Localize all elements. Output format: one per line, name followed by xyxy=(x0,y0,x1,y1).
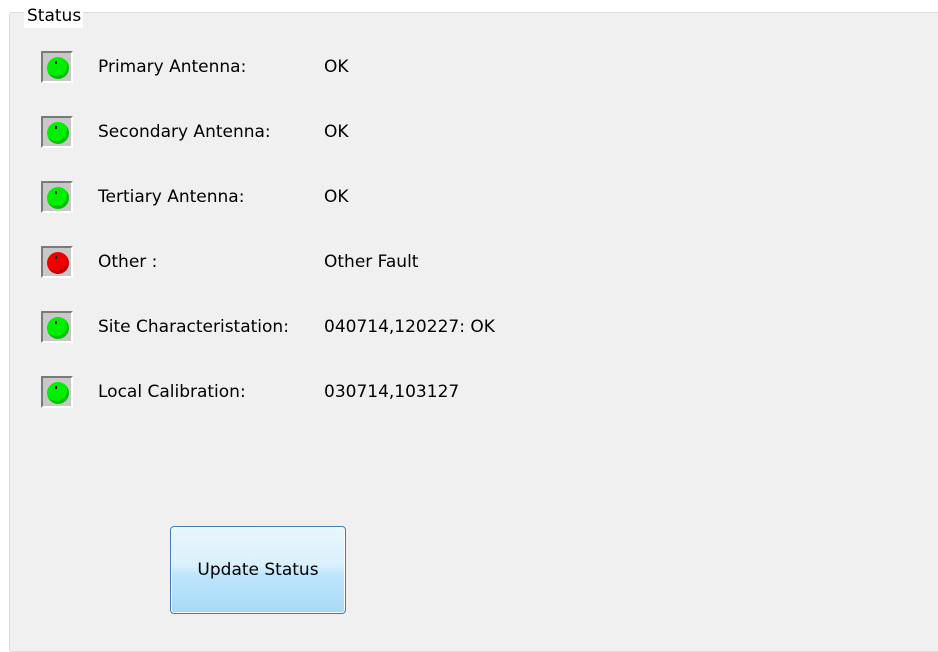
status-led-icon xyxy=(47,122,69,144)
status-value: Other Fault xyxy=(324,252,419,272)
status-value: OK xyxy=(324,187,349,207)
status-value: OK xyxy=(324,57,349,77)
status-label: Local Calibration: xyxy=(98,382,246,402)
status-row-primary-antenna: Primary Antenna: OK xyxy=(41,51,741,87)
status-value: OK xyxy=(324,122,349,142)
status-label: Primary Antenna: xyxy=(98,57,247,77)
status-label: Other : xyxy=(98,252,158,272)
status-led-icon xyxy=(47,187,69,209)
status-indicator-frame xyxy=(41,116,73,148)
status-indicator-frame xyxy=(41,246,73,278)
status-indicator-frame xyxy=(41,181,73,213)
status-groupbox-title: Status xyxy=(24,4,84,28)
status-row-tertiary-antenna: Tertiary Antenna: OK xyxy=(41,181,741,217)
status-value: 030714,103127 xyxy=(324,382,460,402)
status-led-icon xyxy=(47,252,69,274)
status-indicator-frame xyxy=(41,376,73,408)
status-led-icon xyxy=(47,57,69,79)
status-led-icon xyxy=(47,317,69,339)
update-status-button[interactable]: Update Status xyxy=(170,526,346,614)
top-strip xyxy=(0,0,938,12)
status-label: Secondary Antenna: xyxy=(98,122,271,142)
status-row-site-characterisation: Site Characteristation: 040714,120227: O… xyxy=(41,311,741,347)
status-led-icon xyxy=(47,382,69,404)
status-indicator-frame xyxy=(41,311,73,343)
status-value: 040714,120227: OK xyxy=(324,317,495,337)
status-indicator-frame xyxy=(41,51,73,83)
status-label: Tertiary Antenna: xyxy=(98,187,245,207)
status-row-secondary-antenna: Secondary Antenna: OK xyxy=(41,116,741,152)
status-label: Site Characteristation: xyxy=(98,317,289,337)
status-row-local-calibration: Local Calibration: 030714,103127 xyxy=(41,376,741,412)
status-row-other: Other : Other Fault xyxy=(41,246,741,282)
